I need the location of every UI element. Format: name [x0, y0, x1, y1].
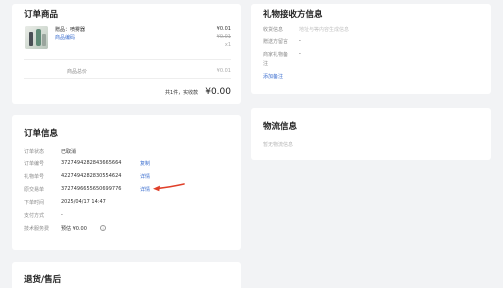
order-time-value: 2025/04/17 14:47 [61, 199, 106, 205]
order-products-card: 订单商品 赠品：喷雾器 商品编码 ¥0.01 ¥0.01 x1 商品总价 ¥0.… [12, 4, 241, 104]
product-price: ¥0.01 [216, 26, 231, 32]
order-status-value: 已取消 [61, 149, 77, 155]
original-trade-value: 3727496655650699776 [61, 186, 122, 192]
merchant-note-label: 商家礼物备注 [263, 52, 289, 67]
summary-prefix: 共1件，实收款 [164, 90, 199, 96]
gift-number-label: 礼物单号 [24, 174, 45, 180]
order-time-label: 下单时间 [24, 200, 45, 206]
product-name: 赠品：喷雾器 [55, 27, 86, 33]
order-summary: 共1件，实收款 ¥0.00 [165, 79, 231, 98]
after-sales-card: 退货/售后 [12, 262, 241, 288]
original-trade-label: 原交易单 [24, 187, 45, 193]
merchant-note-value: - [299, 51, 301, 57]
card-title: 订单信息 [24, 129, 59, 139]
logistics-empty-text: 暂无物流信息 [263, 142, 294, 148]
summary-amount: ¥0.00 [205, 87, 231, 97]
order-info-card: 订单信息 订单状态 已取消 订单编号 3727494282843665664 复… [12, 115, 241, 250]
total-label: 商品总价 [67, 69, 88, 75]
card-title: 礼物接收方信息 [263, 10, 323, 20]
product-thumbnail [25, 26, 48, 49]
service-fee-value: 预估 ¥0.00 [61, 226, 87, 232]
service-fee-label: 技术服务费 [24, 226, 50, 232]
product-code-link[interactable]: 商品编码 [55, 34, 75, 41]
gift-recipient-card: 礼物接收方信息 收货信息 地址与等内容生成信息 赠送方留言 - 商家礼物备注 -… [251, 4, 491, 94]
receiver-info-value: 地址与等内容生成信息 [299, 27, 350, 33]
payment-method-value: - [61, 212, 63, 218]
gift-number-value: 4227494282830554624 [61, 173, 122, 179]
payment-method-label: 支付方式 [24, 213, 45, 219]
gift-number-detail-link[interactable]: 详情 [140, 173, 150, 180]
total-value: ¥0.01 [216, 68, 231, 74]
receiver-info-label: 收货信息 [263, 27, 284, 33]
red-arrow-annotation [153, 183, 185, 192]
order-number-value: 3727494282843665664 [61, 160, 122, 166]
card-title: 退货/售后 [24, 275, 62, 285]
original-trade-detail-link[interactable]: 详情 [140, 186, 150, 193]
sender-message-label: 赠送方留言 [263, 39, 289, 45]
logistics-card: 物流信息 暂无物流信息 [251, 108, 491, 160]
product-quantity: x1 [224, 42, 231, 48]
card-title: 物流信息 [263, 122, 298, 132]
order-number-label: 订单编号 [24, 161, 45, 167]
copy-order-number-link[interactable]: 复制 [140, 160, 150, 167]
order-status-label: 订单状态 [24, 149, 45, 155]
add-note-link[interactable]: 添加备注 [263, 73, 283, 80]
sender-message-value: - [299, 38, 301, 44]
divider [24, 59, 231, 60]
product-original-price: ¥0.01 [216, 34, 231, 40]
info-circle-icon[interactable]: i [100, 225, 106, 231]
card-title: 订单商品 [24, 10, 59, 20]
